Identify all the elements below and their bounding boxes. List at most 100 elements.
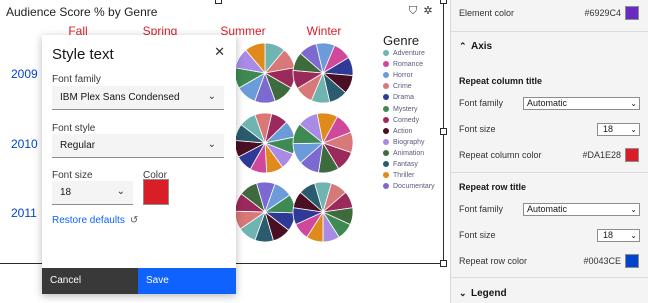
font-family-label: Font family [52, 74, 101, 85]
row-font-size-select[interactable]: 18 ⌄ [597, 229, 640, 242]
legend-item: Adventure [383, 49, 425, 58]
legend-section-toggle[interactable]: ⌄ Legend [459, 288, 507, 299]
legend-label: Documentary [393, 183, 435, 191]
legend-item: Thriller [383, 171, 414, 180]
legend-label: Animation [393, 149, 425, 157]
chevron-down-icon: ⌄ [207, 139, 216, 150]
restore-defaults-link[interactable]: Restore defaults ↺ [52, 215, 138, 226]
chevron-down-icon: ⌄ [630, 205, 637, 214]
repeat-row-title-heading: Repeat row title [459, 182, 527, 192]
legend-swatch [383, 116, 389, 123]
legend-label: Action [393, 127, 413, 135]
chevron-up-icon: ⌃ [459, 41, 467, 51]
column-font-size-value: 18 [603, 124, 614, 134]
legend-title: Genre [383, 33, 420, 48]
chevron-down-icon: ⌄ [116, 186, 125, 197]
column-color-swatch[interactable] [625, 148, 639, 162]
axis-section-label: Axis [471, 41, 493, 52]
restore-defaults-label: Restore defaults [52, 215, 125, 226]
close-icon[interactable]: ✕ [214, 44, 225, 60]
style-text-dialog: Style text ✕ Font family IBM Plex Sans C… [42, 35, 236, 294]
row-color-swatch[interactable] [625, 254, 639, 268]
legend-label: Comedy [393, 116, 420, 124]
column-font-size-label: Font size [459, 124, 496, 134]
legend-item: Drama [383, 93, 414, 102]
row-font-family-value: Automatic [527, 204, 568, 214]
row-font-size-label: Font size [459, 230, 496, 240]
legend-swatch [383, 105, 389, 112]
legend-swatch [383, 172, 389, 179]
legend-label: Horror [393, 72, 413, 80]
resize-handle-top[interactable] [215, 0, 222, 4]
properties-panel: Element color #6929C4 ⌃ Axis Repeat colum… [450, 0, 648, 303]
font-style-value: Regular [60, 140, 96, 151]
font-family-value: IBM Plex Sans Condensed [60, 92, 180, 103]
legend-swatch [383, 149, 389, 156]
legend-item: Crime [383, 82, 412, 91]
column-font-family-select[interactable]: Automatic ⌄ [523, 97, 640, 110]
legend-swatch [383, 161, 389, 167]
axis-section-toggle[interactable]: ⌃ Axis [459, 41, 492, 52]
legend-item: Comedy [383, 116, 419, 125]
separator [451, 172, 648, 173]
legend-item: Mystery [383, 105, 418, 114]
gear-icon[interactable]: ✲ [421, 4, 435, 18]
color-swatch[interactable] [143, 179, 169, 205]
legend-item: Biography [383, 138, 425, 147]
font-size-select[interactable]: 18 ⌄ [52, 181, 133, 205]
filter-icon[interactable]: ⛉ [406, 4, 420, 18]
legend-label: Fantasy [393, 161, 418, 168]
legend-item: Fantasy [383, 160, 418, 169]
legend-item: Documentary [383, 182, 435, 191]
legend-label: Romance [393, 61, 423, 69]
legend-swatch [383, 50, 389, 56]
font-size-label: Font size [52, 170, 93, 181]
row-font-family-label: Font family [459, 204, 504, 214]
reset-icon: ↺ [129, 215, 139, 226]
resize-handle-corner[interactable] [440, 0, 447, 4]
chevron-down-icon: ⌄ [630, 125, 637, 134]
app-root: Audience Score % by Genre ⛉ ✲ Fall Sprin… [0, 0, 648, 303]
legend-label: Crime [393, 83, 412, 91]
resize-handle-bottom[interactable] [440, 260, 447, 267]
pie-glyph [292, 42, 354, 104]
legend-label: Thriller [393, 172, 415, 180]
chevron-down-icon: ⌄ [207, 91, 216, 102]
font-style-select[interactable]: Regular ⌄ [52, 134, 224, 158]
chart-title: Audience Score % by Genre [6, 5, 158, 19]
resize-handle-right[interactable] [440, 128, 447, 135]
row-font-family-select[interactable]: Automatic ⌄ [523, 203, 640, 216]
pie-glyph [292, 112, 354, 174]
dialog-title: Style text [52, 46, 114, 63]
legend-section-label: Legend [471, 288, 507, 299]
legend-swatch [383, 138, 389, 145]
separator [451, 31, 648, 32]
pie-glyph [234, 112, 296, 174]
legend-swatch [383, 83, 389, 90]
chevron-down-icon: ⌄ [459, 288, 467, 298]
column-font-family-label: Font family [459, 98, 504, 108]
row-title-2011: 2011 [11, 206, 37, 220]
chevron-down-icon: ⌄ [630, 99, 637, 108]
legend-label: Biography [393, 138, 425, 146]
row-color-label: Repeat row color [459, 256, 528, 266]
legend-item: Animation [383, 149, 424, 158]
separator [451, 277, 648, 278]
element-color-value: #6929C4 [584, 8, 621, 18]
font-family-select[interactable]: IBM Plex Sans Condensed ⌄ [52, 86, 224, 110]
element-color-swatch[interactable] [625, 6, 639, 20]
row-font-size-value: 18 [603, 230, 614, 240]
column-font-family-value: Automatic [527, 98, 568, 108]
legend-label: Drama [393, 94, 415, 102]
legend-label: Adventure [393, 50, 425, 57]
legend-swatch [383, 94, 389, 101]
column-font-size-select[interactable]: 18 ⌄ [597, 123, 640, 136]
column-title-winter: Winter [306, 24, 342, 38]
legend-item: Action [383, 127, 412, 136]
cancel-button[interactable]: Cancel [42, 268, 138, 294]
repeat-column-title-heading: Repeat column title [459, 76, 543, 86]
legend-swatch [383, 61, 389, 68]
legend-item: Romance [383, 60, 423, 69]
chevron-down-icon: ⌄ [630, 231, 637, 240]
save-button[interactable]: Save [138, 268, 236, 294]
